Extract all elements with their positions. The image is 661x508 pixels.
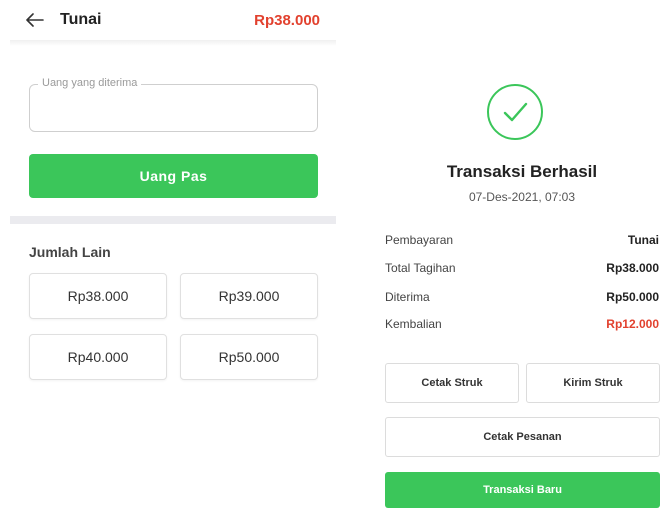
summary-value: Rp38.000 xyxy=(606,261,659,275)
received-money-label: Uang yang diterima xyxy=(38,77,142,89)
received-money-input[interactable] xyxy=(30,85,317,131)
top-bar-shadow xyxy=(10,40,336,46)
summary-row-change: Kembalian Rp12.000 xyxy=(385,317,659,331)
top-bar-left: Tunai xyxy=(26,11,101,29)
amount-option-button[interactable]: Rp50.000 xyxy=(180,334,318,380)
summary-row-total: Total Tagihan Rp38.000 xyxy=(385,261,659,275)
received-money-field[interactable]: Uang yang diterima xyxy=(29,77,318,132)
check-circle-icon xyxy=(487,84,543,140)
success-title: Transaksi Berhasil xyxy=(446,162,598,181)
page-title: Tunai xyxy=(60,11,102,28)
new-transaction-button[interactable]: Transaksi Baru xyxy=(385,472,660,508)
success-screen: Transaksi Berhasil 07-Des-2021, 07:03 Pe… xyxy=(372,0,661,508)
exact-amount-button[interactable]: Uang Pas xyxy=(29,154,318,198)
summary-value: Rp50.000 xyxy=(606,290,659,304)
transaction-datetime: 07-Des-2021, 07:03 xyxy=(468,190,576,204)
change-value: Rp12.000 xyxy=(606,317,659,331)
payment-screen: Tunai Rp38.000 Uang yang diterima Uang P… xyxy=(10,0,336,508)
total-amount: Rp38.000 xyxy=(254,11,320,29)
print-receipt-button[interactable]: Cetak Struk xyxy=(385,363,519,403)
print-order-button[interactable]: Cetak Pesanan xyxy=(385,417,660,457)
amount-option-button[interactable]: Rp38.000 xyxy=(29,273,167,319)
summary-value: Tunai xyxy=(627,233,659,247)
send-receipt-button[interactable]: Kirim Struk xyxy=(526,363,660,403)
arrow-left-icon[interactable] xyxy=(26,13,44,27)
other-amount-label: Jumlah Lain xyxy=(29,244,111,260)
summary-label: Diterima xyxy=(385,290,430,304)
amount-option-button[interactable]: Rp40.000 xyxy=(29,334,167,380)
summary-label: Pembayaran xyxy=(385,233,454,247)
section-divider xyxy=(10,216,336,224)
summary-label: Total Tagihan xyxy=(385,261,456,275)
summary-row-received: Diterima Rp50.000 xyxy=(385,290,659,304)
summary-label: Kembalian xyxy=(385,317,442,331)
top-bar: Tunai Rp38.000 xyxy=(10,0,336,40)
amount-option-button[interactable]: Rp39.000 xyxy=(180,273,318,319)
summary-row-payment: Pembayaran Tunai xyxy=(385,233,659,247)
